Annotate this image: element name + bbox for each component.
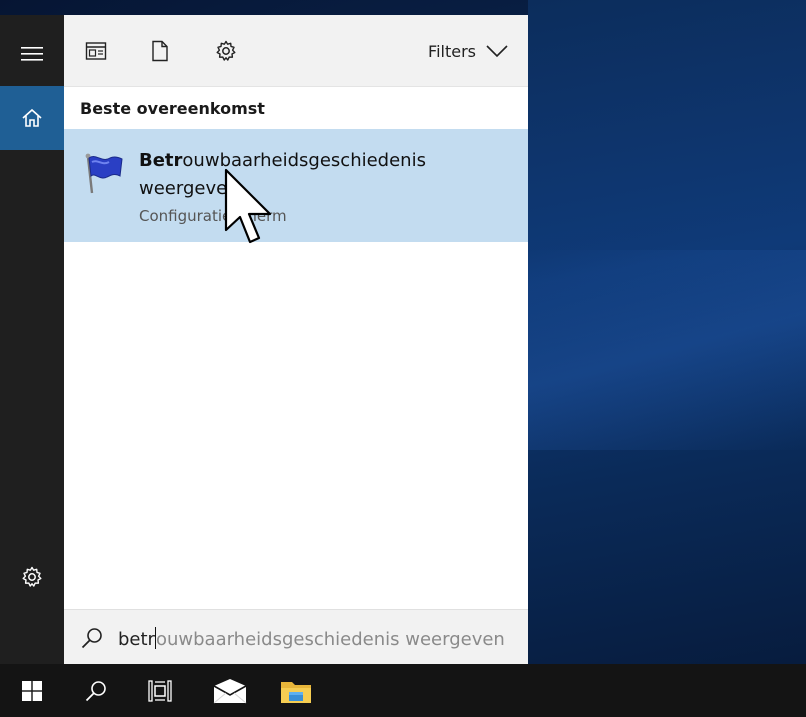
search-icon — [81, 628, 102, 649]
windows-start-icon — [22, 680, 42, 701]
settings-button[interactable] — [0, 545, 64, 609]
desktop-wallpaper-light — [528, 250, 806, 450]
best-match-title: Betrouwbaarheidsgeschiedenis weergeven — [139, 147, 509, 203]
apps-icon — [85, 42, 107, 60]
task-view-button[interactable] — [128, 664, 192, 717]
title-rest-part: ouwbaarheidsgeschiedenis — [182, 150, 426, 171]
hamburger-menu-icon — [21, 47, 43, 61]
filters-dropdown[interactable]: Filters — [428, 37, 508, 65]
title-match-part: Betr — [139, 150, 183, 171]
mail-app-button[interactable] — [198, 664, 262, 717]
search-filter-bar: Filters — [64, 15, 528, 87]
home-button[interactable] — [0, 86, 64, 150]
search-typed-text: betr — [118, 629, 155, 650]
filters-label: Filters — [428, 41, 476, 61]
gear-icon — [216, 40, 236, 61]
search-results-panel: Filters Beste overeenkomst Betrouwbaarhe… — [64, 15, 528, 664]
mail-icon — [213, 678, 247, 703]
taskbar — [0, 664, 806, 717]
search-autocomplete-text: ouwbaarheidsgeschiedenis weergeven — [155, 629, 505, 650]
search-input[interactable]: betrouwbaarheidsgeschiedenis weergeven — [118, 627, 505, 650]
documents-filter-button[interactable] — [146, 37, 174, 65]
web-settings-filter-button[interactable] — [212, 37, 240, 65]
hamburger-menu-button[interactable] — [0, 22, 64, 86]
blue-flag-icon — [85, 153, 123, 194]
home-icon — [22, 108, 42, 127]
file-explorer-icon — [281, 681, 311, 703]
start-button[interactable] — [0, 664, 64, 717]
start-rail — [0, 15, 64, 664]
apps-filter-button[interactable] — [82, 37, 110, 65]
task-view-icon — [148, 679, 172, 702]
chevron-down-icon — [486, 45, 508, 58]
search-box[interactable]: betrouwbaarheidsgeschiedenis weergeven — [64, 609, 528, 665]
document-icon — [152, 40, 168, 62]
best-match-result[interactable]: Betrouwbaarheidsgeschiedenis weergeven C… — [64, 129, 528, 242]
settings-icon — [22, 566, 42, 587]
taskbar-search-button[interactable] — [64, 664, 128, 717]
mouse-cursor-icon — [224, 168, 272, 244]
best-match-heading: Beste overeenkomst — [80, 99, 265, 118]
file-explorer-button[interactable] — [264, 664, 328, 717]
search-icon — [85, 680, 106, 701]
